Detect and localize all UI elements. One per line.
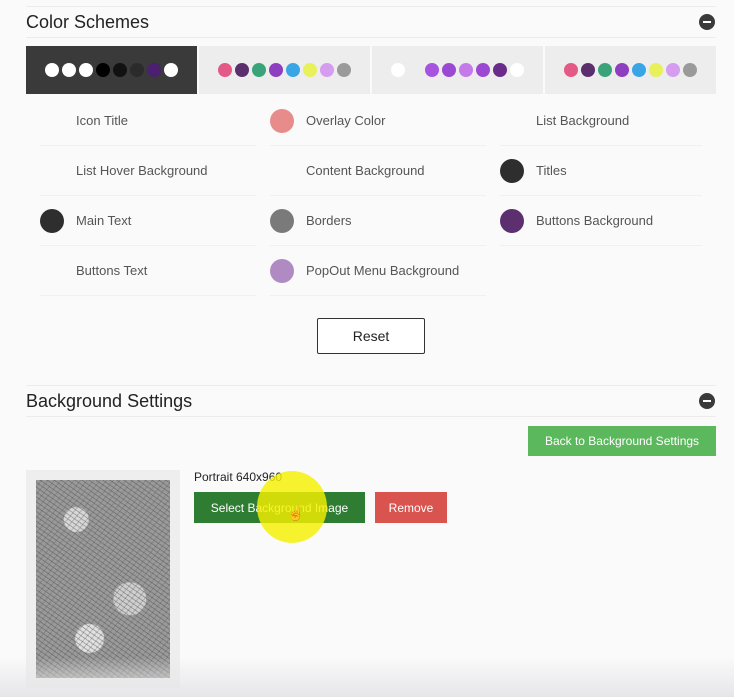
color-setting-buttons-background[interactable]: Buttons Background <box>500 196 702 246</box>
color-schemes-title: Color Schemes <box>26 11 150 32</box>
color-swatch[interactable] <box>40 208 64 233</box>
color-swatch[interactable] <box>270 159 294 183</box>
color-setting-label: Content Background <box>306 163 425 178</box>
color-setting-label: Buttons Text <box>76 263 148 278</box>
color-swatch[interactable] <box>270 258 294 283</box>
color-setting-titles[interactable]: Titles <box>500 146 702 196</box>
color-swatch[interactable] <box>270 208 294 233</box>
color-swatch[interactable] <box>500 208 524 233</box>
scheme-swatch-dot <box>252 63 266 77</box>
color-scheme-option-4[interactable] <box>545 46 716 94</box>
scheme-swatch-dot <box>683 63 697 77</box>
scheme-swatch-dot <box>564 63 578 77</box>
background-thumbnail-image[interactable] <box>36 480 170 678</box>
scheme-swatch-dot <box>598 63 612 77</box>
color-setting-label: List Hover Background <box>76 163 208 178</box>
color-setting-list-hover-background[interactable]: List Hover Background <box>40 146 256 196</box>
scheme-swatch-dot <box>320 63 334 77</box>
background-settings-title: Background Settings <box>26 390 193 411</box>
color-scheme-option-2[interactable] <box>199 46 370 94</box>
scheme-swatch-dot <box>510 63 524 77</box>
color-setting-label: Titles <box>536 163 567 178</box>
scheme-swatch-dot <box>269 63 283 77</box>
color-setting-buttons-text[interactable]: Buttons Text <box>40 246 256 296</box>
background-settings-header: Background Settings <box>26 385 716 417</box>
app-window: Color Schemes Icon Title Overlay Color Lis… <box>0 0 734 697</box>
scheme-swatch-dot <box>113 63 127 77</box>
color-setting-popout-menu-background[interactable]: PopOut Menu Background <box>270 246 486 296</box>
scheme-swatch-dot <box>62 63 76 77</box>
color-setting-content-background[interactable]: Content Background <box>270 146 486 196</box>
scheme-swatch-dot <box>493 63 507 77</box>
color-swatch[interactable] <box>500 109 524 133</box>
remove-button[interactable]: Remove <box>375 492 447 523</box>
color-setting-borders[interactable]: Borders <box>270 196 486 246</box>
scheme-swatch-dot <box>459 63 473 77</box>
background-thumbnail-frame <box>26 470 180 688</box>
scheme-swatch-dot <box>286 63 300 77</box>
scheme-swatch-dot <box>303 63 317 77</box>
scheme-swatch-dot <box>130 63 144 77</box>
color-settings-grid: Icon Title Overlay Color List Background Li… <box>40 96 716 296</box>
color-setting-label: List Background <box>536 113 630 128</box>
color-scheme-option-1[interactable] <box>26 46 197 94</box>
color-setting-overlay-color[interactable]: Overlay Color <box>270 96 486 146</box>
scheme-swatch-dot <box>235 63 249 77</box>
color-swatch[interactable] <box>40 159 64 183</box>
scheme-swatch-dot <box>476 63 490 77</box>
color-setting-label: Icon Title <box>76 113 129 128</box>
color-setting-list-background[interactable]: List Background <box>500 96 702 146</box>
scheme-swatch-dot <box>581 63 595 77</box>
scheme-swatch-dot <box>147 63 161 77</box>
scheme-swatch-dot <box>164 63 178 77</box>
color-swatch[interactable] <box>40 259 64 283</box>
color-setting-main-text[interactable]: Main Text <box>40 196 256 246</box>
select-background-image-button[interactable]: Select Background Image <box>194 492 365 523</box>
scheme-swatch-dot <box>218 63 232 77</box>
collapse-background-settings-icon[interactable] <box>699 393 715 409</box>
color-setting-label: PopOut Menu Background <box>306 263 460 278</box>
back-to-background-settings-button[interactable]: Back to Background Settings <box>528 426 716 456</box>
color-setting-label: Overlay Color <box>306 113 386 128</box>
reset-button[interactable]: Reset <box>317 318 425 354</box>
scheme-selector <box>26 46 716 94</box>
scheme-swatch-dot <box>442 63 456 77</box>
color-setting-label: Main Text <box>76 213 132 228</box>
color-swatch[interactable] <box>500 158 524 183</box>
scheme-swatch-dot <box>96 63 110 77</box>
scheme-swatch-dot <box>649 63 663 77</box>
scheme-swatch-dot <box>632 63 646 77</box>
scheme-swatch-dot <box>408 63 422 77</box>
scheme-swatch-dot <box>666 63 680 77</box>
scheme-swatch-dot <box>45 63 59 77</box>
scheme-swatch-dot <box>79 63 93 77</box>
color-scheme-option-3[interactable] <box>372 46 543 94</box>
color-swatch[interactable] <box>270 108 294 133</box>
color-schemes-header: Color Schemes <box>26 6 716 38</box>
color-setting-label: Buttons Background <box>536 213 654 228</box>
scheme-swatch-dot <box>391 63 405 77</box>
image-size-label: Portrait 640x960 <box>194 470 283 484</box>
color-swatch[interactable] <box>40 109 64 133</box>
color-setting-icon-title[interactable]: Icon Title <box>40 96 256 146</box>
scheme-swatch-dot <box>425 63 439 77</box>
collapse-color-schemes-icon[interactable] <box>699 14 715 30</box>
scheme-swatch-dot <box>615 63 629 77</box>
scheme-swatch-dot <box>337 63 351 77</box>
color-setting-label: Borders <box>306 213 352 228</box>
